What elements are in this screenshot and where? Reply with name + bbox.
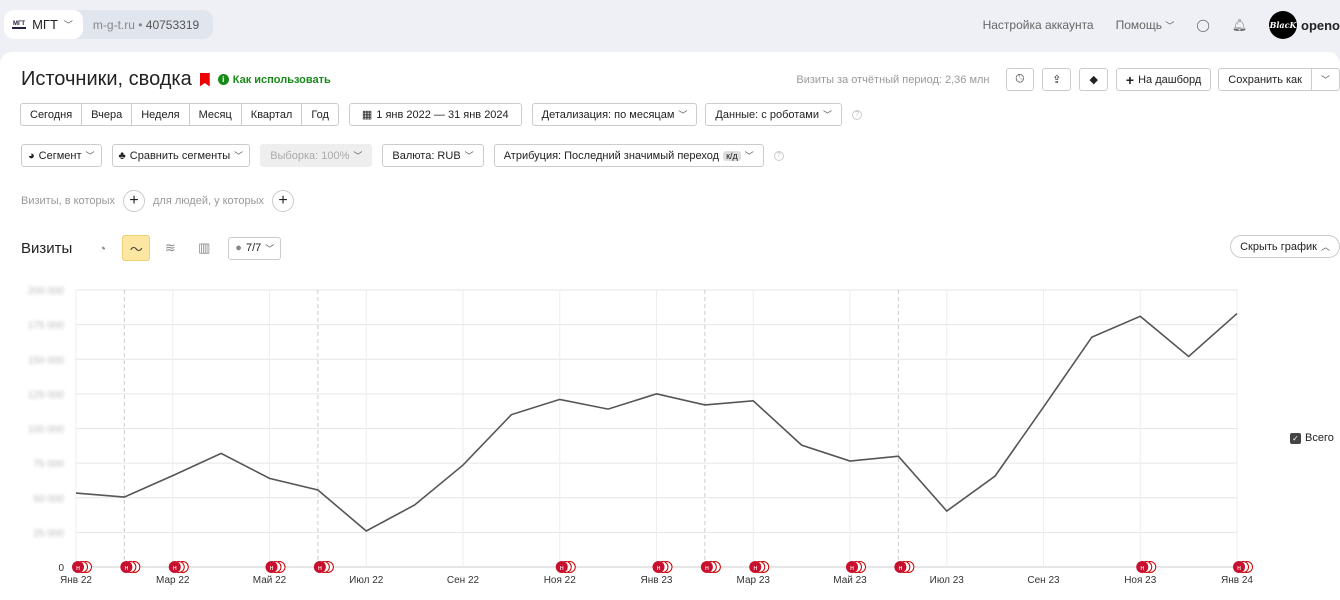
annotation-marker[interactable]: н: [1233, 561, 1253, 573]
svg-text:н: н: [270, 565, 274, 572]
x-tick-label: Сен 22: [447, 575, 480, 586]
x-tick-label: Ноя 23: [1124, 575, 1157, 586]
annotation-marker[interactable]: н: [749, 561, 770, 573]
y-tick-label: 200 000: [28, 286, 65, 297]
avatar: BlacK: [1269, 11, 1297, 39]
svg-text:н: н: [850, 565, 854, 572]
user-menu[interactable]: BlacK openo: [1269, 11, 1340, 39]
annotation-marker[interactable]: н: [168, 561, 189, 573]
svg-text:н: н: [173, 565, 177, 572]
annotation-marker[interactable]: н: [700, 561, 721, 573]
annotation-marker[interactable]: н: [1136, 561, 1157, 573]
svg-text:н: н: [705, 565, 709, 572]
x-tick-label: Янв 23: [641, 575, 673, 586]
y-tick-label: 0: [58, 563, 64, 574]
svg-text:н: н: [124, 565, 128, 572]
annotation-marker[interactable]: н: [120, 561, 141, 573]
counter-id: 40753319: [145, 17, 200, 32]
site-switcher[interactable]: МГТ МГТ ﹀ m-g-t.ru • 40753319: [4, 10, 214, 39]
site-name: МГТ: [32, 17, 58, 32]
account-settings-link[interactable]: Настройка аккаунта: [983, 18, 1094, 32]
annotation-marker[interactable]: н: [265, 561, 286, 573]
help-menu[interactable]: Помощь ﹀: [1116, 18, 1175, 32]
y-tick-label: 150 000: [28, 355, 65, 366]
x-tick-label: Мар 23: [737, 575, 771, 586]
svg-text:н: н: [657, 565, 661, 572]
svg-text:н: н: [898, 565, 902, 572]
y-tick-label: 175 000: [28, 321, 65, 332]
annotation-marker[interactable]: н: [313, 561, 334, 573]
annotation-marker[interactable]: н: [894, 561, 915, 573]
chat-icon[interactable]: ◯: [1196, 18, 1209, 32]
site-domain: m-g-t.ru: [92, 17, 135, 32]
x-tick-label: Май 23: [833, 575, 867, 586]
legend-item[interactable]: ✓ Всего: [1290, 432, 1334, 444]
visits-line-chart: 0 25 000 50 000 75 000 100 000 125 000 150 000…: [28, 286, 1254, 586]
x-tick-label: Янв 24: [1221, 575, 1253, 586]
svg-text:н: н: [1140, 565, 1144, 572]
report-panel: Источники, сводка i Как использовать Визит…: [0, 52, 1340, 600]
svg-text:н: н: [1237, 565, 1241, 572]
annotation-marker[interactable]: н: [846, 561, 866, 573]
x-tick-label: Июл 23: [930, 575, 965, 586]
x-tick-label: Мар 22: [156, 575, 190, 586]
x-tick-label: Янв 22: [60, 575, 92, 586]
chevron-down-icon: ﹀: [63, 20, 73, 30]
x-tick-label: Сен 23: [1027, 575, 1060, 586]
top-bar: МГТ МГТ ﹀ m-g-t.ru • 40753319 Настройка ак…: [0, 0, 1340, 50]
x-tick-label: Июл 22: [349, 575, 384, 586]
site-logo: МГТ: [12, 20, 27, 29]
x-tick-label: Ноя 22: [544, 575, 577, 586]
y-tick-label: 50 000: [33, 494, 64, 505]
annotation-marker[interactable]: н: [72, 561, 92, 573]
svg-text:н: н: [753, 565, 757, 572]
y-tick-label: 25 000: [33, 528, 64, 539]
y-tick-label: 125 000: [28, 390, 65, 401]
svg-text:н: н: [560, 565, 564, 572]
checkbox-icon: ✓: [1290, 432, 1301, 444]
annotation-marker[interactable]: н: [555, 561, 576, 573]
y-tick-label: 100 000: [28, 425, 65, 436]
y-tick-label: 75 000: [33, 459, 64, 470]
svg-text:н: н: [76, 565, 80, 572]
svg-text:н: н: [318, 565, 322, 572]
x-tick-label: Май 22: [253, 575, 287, 586]
bell-icon[interactable]: 🔔︎: [1232, 18, 1247, 32]
annotation-marker[interactable]: н: [652, 561, 673, 573]
